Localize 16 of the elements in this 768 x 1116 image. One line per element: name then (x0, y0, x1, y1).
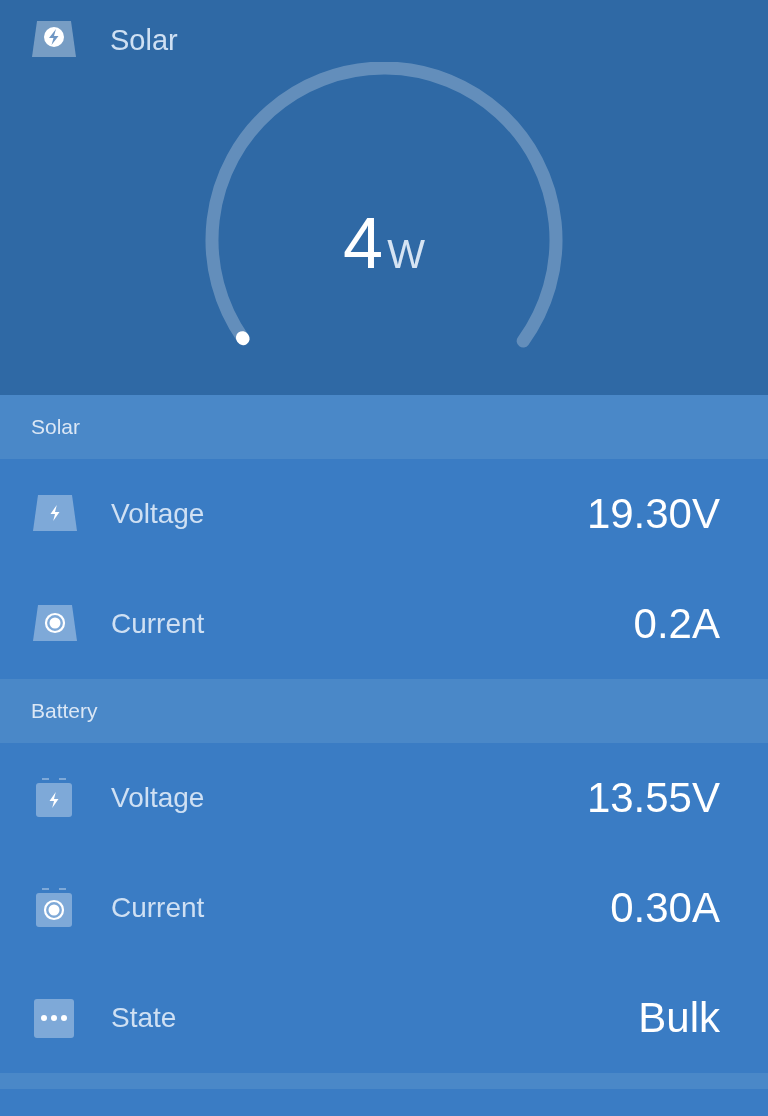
row-label: State (111, 1002, 178, 1034)
gauge-fill (235, 331, 250, 346)
row-label: Current (111, 608, 206, 640)
row-label: Voltage (111, 498, 206, 530)
section-title: Battery (31, 699, 98, 723)
row-label: Current (111, 892, 206, 924)
section-title: Solar (31, 415, 81, 439)
row-label: Voltage (111, 782, 206, 814)
row-value: Bulk (638, 994, 720, 1042)
page-title: Solar (110, 23, 178, 57)
row-value: 19.30V (586, 490, 720, 538)
row-value: 13.55V (586, 774, 720, 822)
power-value: 4 (343, 202, 384, 284)
row-value: 0.30A (610, 884, 720, 932)
power-unit: W (387, 232, 425, 277)
row-value: 0.2A (633, 600, 720, 648)
